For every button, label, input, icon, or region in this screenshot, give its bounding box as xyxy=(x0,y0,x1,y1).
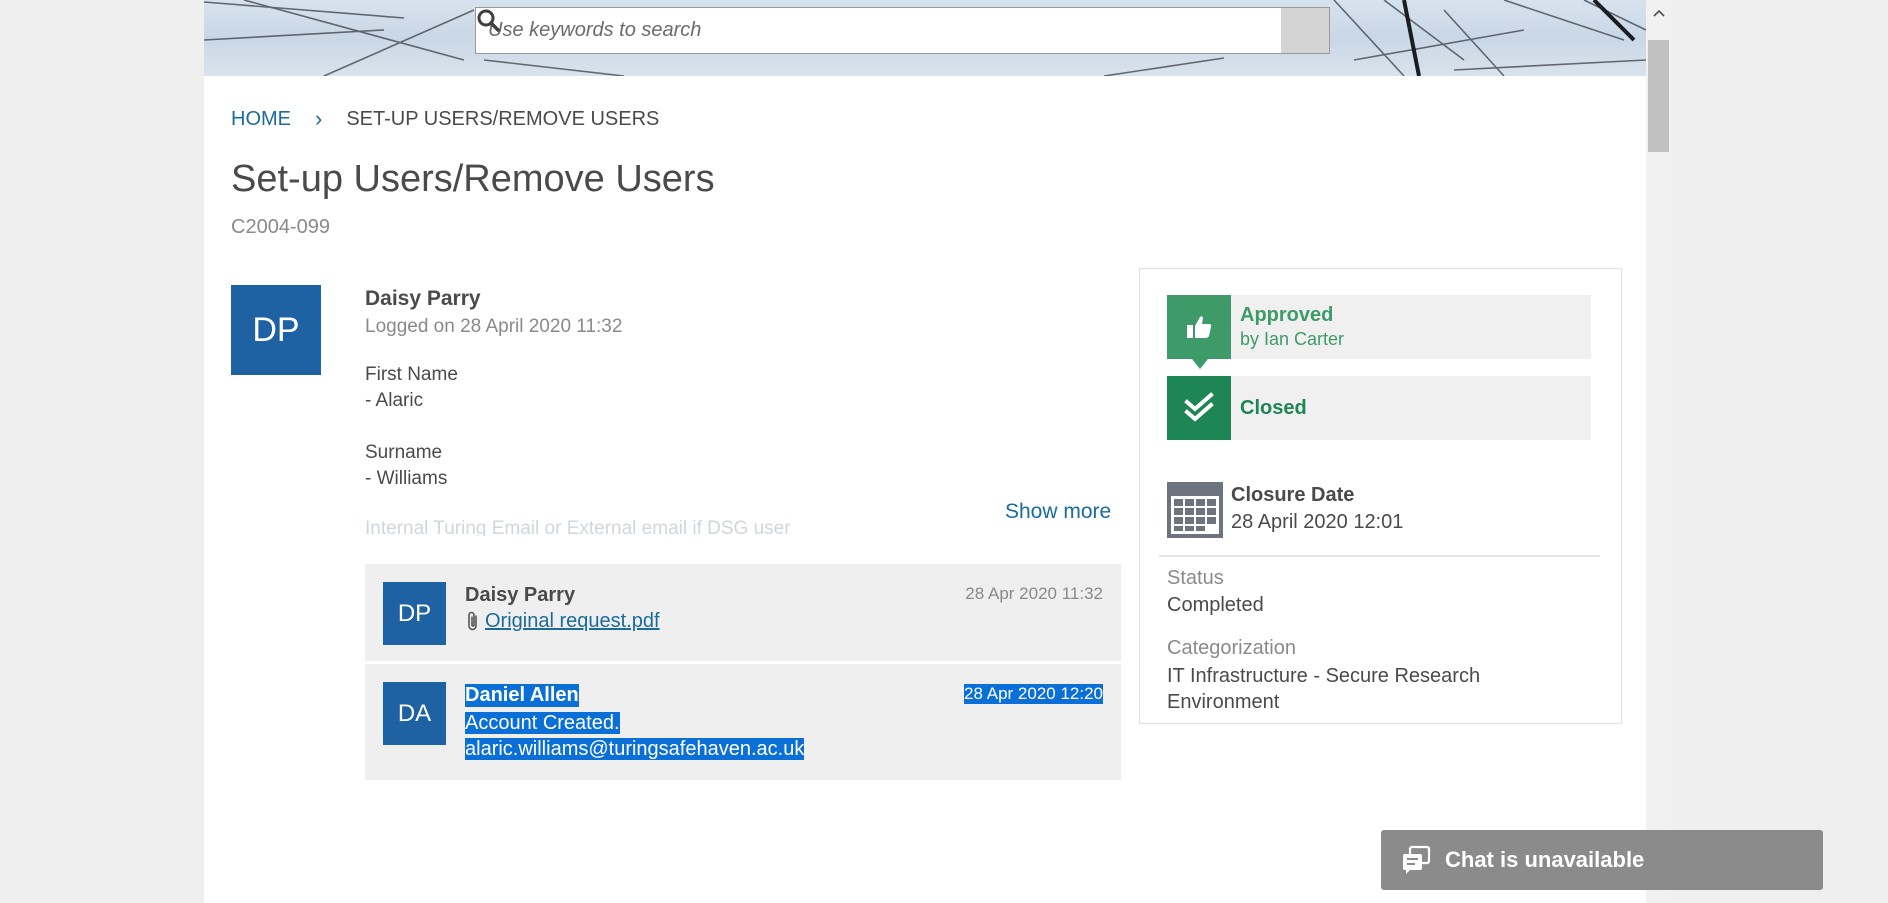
page-container: HOME › SET-UP USERS/REMOVE USERS Set-up … xyxy=(204,0,1646,903)
approved-label: Approved xyxy=(1240,304,1334,326)
status-value: Completed xyxy=(1167,594,1264,616)
search-input[interactable] xyxy=(476,8,1281,53)
request-details: First Name - Alaric Surname - Williams xyxy=(365,362,1125,492)
categorization-value: IT Infrastructure - Secure Research Envi… xyxy=(1167,665,1481,713)
requester-avatar: DP xyxy=(231,285,321,375)
field-label-surname: Surname xyxy=(365,442,443,463)
field-value-first-name: - Alaric xyxy=(365,390,424,411)
header-banner xyxy=(204,0,1646,76)
page-scrollbar[interactable] xyxy=(1646,0,1671,903)
scroll-up-chevron-icon[interactable] xyxy=(1646,0,1671,25)
ticket-status-panel: Approved by Ian Carter Closed Closure Da… xyxy=(1139,268,1622,724)
closure-date-label: Closure Date xyxy=(1231,484,1355,506)
thumbs-up-icon xyxy=(1167,295,1231,369)
chat-icon xyxy=(1403,845,1431,874)
status-label: Status xyxy=(1167,567,1224,589)
search-button[interactable] xyxy=(477,8,1329,53)
closure-date-block: Closure Date 28 April 2020 12:01 xyxy=(1167,482,1403,538)
chat-widget[interactable]: Chat is unavailable xyxy=(1381,830,1823,890)
feed-date: 28 Apr 2020 12:20 xyxy=(964,684,1103,704)
feed-date: 28 Apr 2020 11:32 xyxy=(965,584,1103,603)
attachment-link[interactable]: Original request.pdf xyxy=(465,610,660,633)
breadcrumb-chevron-icon: › xyxy=(315,106,323,131)
panel-divider xyxy=(1159,555,1600,557)
show-more-link[interactable]: Show more xyxy=(1005,500,1111,524)
approved-state: Approved by Ian Carter xyxy=(1167,295,1591,369)
categorization-label: Categorization xyxy=(1167,637,1296,659)
feed-message-line: Account Created. xyxy=(465,712,620,734)
approved-by: by Ian Carter xyxy=(1240,329,1345,349)
feed-author: Daniel Allen xyxy=(465,684,579,707)
closure-date-value: 28 April 2020 12:01 xyxy=(1231,511,1404,533)
logged-timestamp: Logged on 28 April 2020 11:32 xyxy=(365,316,623,337)
page-title: Set-up Users/Remove Users xyxy=(231,158,715,200)
activity-feed: DP Daisy Parry 28 Apr 2020 11:32 Origina… xyxy=(365,564,1121,783)
closed-label: Closed xyxy=(1240,396,1307,419)
field-value-surname: - Williams xyxy=(365,468,448,489)
double-check-icon xyxy=(1167,376,1231,440)
faded-field-label: Internal Turing Email or External email … xyxy=(365,518,791,536)
feed-message-email: alaric.williams@turingsafehaven.ac.uk xyxy=(465,738,805,760)
ticket-id: C2004-099 xyxy=(231,216,330,238)
feed-avatar: DA xyxy=(383,682,446,745)
field-label-first-name: First Name xyxy=(365,364,458,385)
breadcrumb-home-link[interactable]: HOME xyxy=(231,108,291,131)
chat-status-label: Chat is unavailable xyxy=(1445,847,1645,872)
attachment-filename: Original request.pdf xyxy=(485,610,660,632)
scroll-thumb[interactable] xyxy=(1648,40,1669,152)
feed-avatar: DP xyxy=(383,582,446,645)
search-box xyxy=(475,7,1330,54)
paperclip-icon xyxy=(468,611,477,630)
feed-author: Daisy Parry xyxy=(465,584,576,606)
breadcrumb: HOME › SET-UP USERS/REMOVE USERS xyxy=(231,106,659,132)
feed-item: DA Daniel Allen 28 Apr 2020 12:20 Accoun… xyxy=(365,664,1121,780)
breadcrumb-current: SET-UP USERS/REMOVE USERS xyxy=(346,107,660,130)
search-icon xyxy=(477,9,500,32)
requester-name: Daisy Parry xyxy=(365,287,481,310)
feed-item: DP Daisy Parry 28 Apr 2020 11:32 Origina… xyxy=(365,564,1121,661)
calendar-icon xyxy=(1167,482,1223,538)
feed-message: Account Created. alaric.williams@turings… xyxy=(465,710,805,762)
closed-state: Closed xyxy=(1167,376,1591,440)
